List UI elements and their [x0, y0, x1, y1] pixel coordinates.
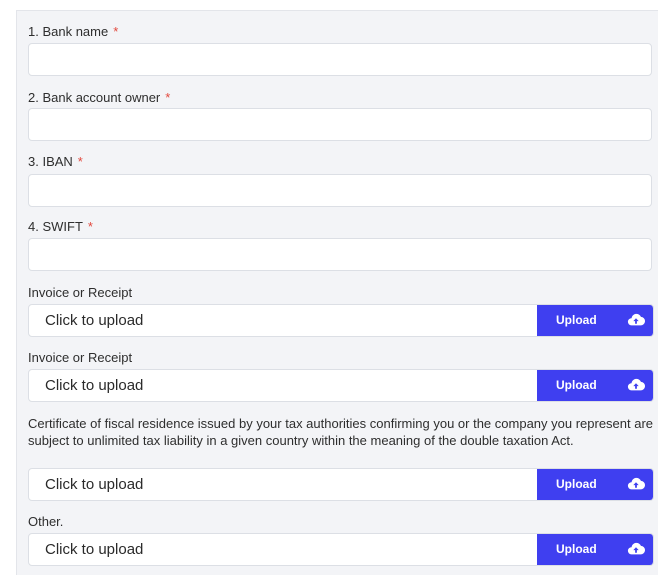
fiscal-residence-certificate-label: Certificate of fiscal residence issued b…: [28, 416, 654, 448]
cloud-upload-icon: [627, 313, 645, 326]
upload-placeholder[interactable]: Click to upload: [45, 469, 143, 500]
swift-input[interactable]: [28, 238, 652, 271]
upload-button[interactable]: Upload: [537, 370, 653, 401]
invoice-receipt-upload-2[interactable]: Click to upload Upload: [28, 369, 654, 402]
invoice-receipt-label-2: Invoice or Receipt: [28, 350, 133, 365]
invoice-receipt-upload[interactable]: Click to upload Upload: [28, 304, 654, 337]
invoice-receipt-label: Invoice or Receipt: [28, 285, 133, 300]
other-upload[interactable]: Click to upload Upload: [28, 533, 654, 566]
upload-button-label: Upload: [556, 542, 597, 556]
iban-input[interactable]: [28, 174, 652, 207]
required-asterisk: *: [113, 24, 119, 39]
cloud-upload-icon: [627, 477, 645, 490]
upload-placeholder[interactable]: Click to upload: [45, 305, 143, 336]
upload-button-label: Upload: [556, 477, 597, 491]
fiscal-residence-certificate-upload[interactable]: Click to upload Upload: [28, 468, 654, 501]
upload-button[interactable]: Upload: [537, 305, 653, 336]
cloud-upload-icon: [627, 378, 645, 391]
swift-label: 4. SWIFT *: [28, 219, 93, 234]
cloud-upload-icon: [627, 542, 645, 555]
upload-placeholder[interactable]: Click to upload: [45, 534, 143, 565]
required-asterisk: *: [87, 219, 93, 234]
iban-label: 3. IBAN *: [28, 154, 83, 169]
required-asterisk: *: [77, 154, 83, 169]
upload-button-label: Upload: [556, 378, 597, 392]
upload-button[interactable]: Upload: [537, 469, 653, 500]
other-label: Other.: [28, 514, 64, 529]
upload-placeholder[interactable]: Click to upload: [45, 370, 143, 401]
bank-account-owner-input[interactable]: [28, 108, 652, 141]
upload-button-label: Upload: [556, 313, 597, 327]
bank-account-owner-label: 2. Bank account owner *: [28, 90, 171, 105]
required-asterisk: *: [165, 90, 171, 105]
bank-name-label: 1. Bank name *: [28, 24, 119, 39]
upload-button[interactable]: Upload: [537, 534, 653, 565]
bank-name-input[interactable]: [28, 43, 652, 76]
